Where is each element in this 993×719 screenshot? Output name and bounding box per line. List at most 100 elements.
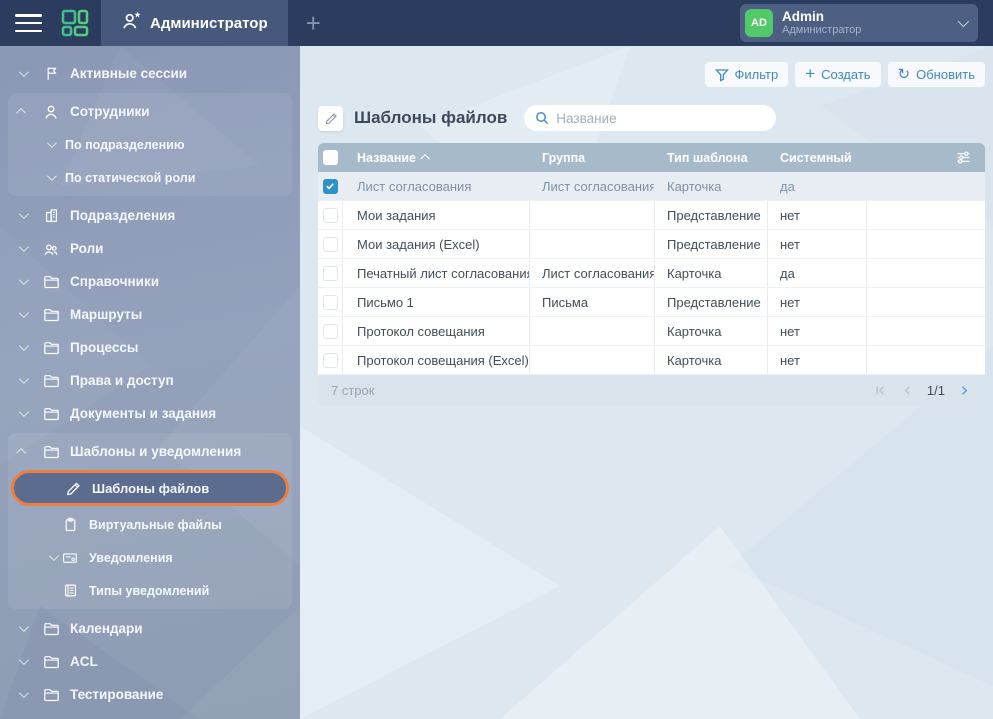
sidebar-item-label: Роли <box>70 241 103 256</box>
sidebar-item-service[interactable]: Служебные <box>0 711 300 719</box>
column-header-name[interactable]: Название <box>343 143 530 172</box>
chevron-down-icon <box>44 174 56 181</box>
chevron-down-icon <box>16 377 28 384</box>
chevron-down-icon <box>16 245 28 252</box>
sidebar-item-calendars[interactable]: Календари <box>0 612 300 645</box>
sidebar-item-employees[interactable]: Сотрудники <box>8 95 292 128</box>
checkbox[interactable] <box>323 208 338 223</box>
cell-group: Письма <box>530 288 655 316</box>
sidebar-item-directories[interactable]: Справочники <box>0 265 300 298</box>
refresh-button[interactable]: ↻ Обновить <box>888 62 985 87</box>
app-logo-icon[interactable] <box>59 7 91 39</box>
sidebar-item-label: По статической роли <box>65 171 195 185</box>
cell-group <box>530 346 655 374</box>
chevron-down-icon <box>16 625 28 632</box>
sidebar-item-active-sessions[interactable]: Активные сессии <box>0 57 300 90</box>
sidebar-item-roles[interactable]: Роли <box>0 232 300 265</box>
chevron-down-icon <box>16 278 28 285</box>
cell-name: Протокол совещания (Excel) <box>343 346 530 374</box>
toolbar: Фильтр + Создать ↻ Обновить <box>705 62 985 87</box>
sidebar-item-label: Справочники <box>70 274 159 289</box>
folder-icon <box>41 340 61 355</box>
search-box <box>524 105 776 131</box>
sidebar-item-label: Тестирование <box>70 687 163 702</box>
next-page-button[interactable] <box>956 382 972 398</box>
sidebar-item-label: Календари <box>70 621 143 636</box>
cell-type: Карточка <box>655 346 768 374</box>
checkbox[interactable] <box>323 353 338 368</box>
cell-group: Лист согласования <box>530 172 655 200</box>
templates-table: Название Группа Тип шаблона Системный Ли… <box>318 143 985 405</box>
checkbox[interactable] <box>323 295 338 310</box>
people-icon <box>41 241 61 257</box>
chevron-down-icon <box>16 410 28 417</box>
user-star-icon: ★ <box>121 12 140 34</box>
cell-name: Лист согласования <box>343 172 530 200</box>
folder-icon <box>41 406 61 421</box>
select-all-checkbox[interactable] <box>323 150 338 165</box>
cell-system: нет <box>768 317 867 345</box>
sidebar-item-by-static-role[interactable]: По статической роли <box>8 161 292 194</box>
sidebar-item-notification-types[interactable]: Типы уведомлений <box>8 574 292 607</box>
hamburger-menu-icon[interactable] <box>15 14 42 32</box>
sidebar-item-label: Шаблоны и уведомления <box>70 444 241 459</box>
page-title: Шаблоны файлов <box>354 108 507 128</box>
tab-administrator[interactable]: ★ Администратор <box>101 0 288 46</box>
checkbox[interactable] <box>323 324 338 339</box>
column-header-group[interactable]: Группа <box>530 143 655 172</box>
user-menu[interactable]: AD Admin Администратор <box>740 4 978 42</box>
sidebar-item-label: ACL <box>70 654 98 669</box>
table-row[interactable]: Мои задания (Excel) Представление нет <box>318 230 985 259</box>
sidebar-item-label: Подразделения <box>70 208 175 223</box>
table-row[interactable]: Протокол совещания (Excel) Карточка нет <box>318 346 985 375</box>
svg-text:★: ★ <box>134 12 140 19</box>
mail-icon <box>60 551 80 565</box>
folder-icon <box>41 373 61 388</box>
prev-page-button[interactable] <box>900 382 916 398</box>
sidebar-item-by-department[interactable]: По подразделению <box>8 128 292 161</box>
folder-icon <box>41 687 61 702</box>
first-page-button[interactable] <box>873 382 889 398</box>
search-input[interactable] <box>556 111 765 126</box>
chevron-down-icon <box>958 14 966 32</box>
sidebar-item-templates-notifications[interactable]: Шаблоны и уведомления <box>8 435 292 468</box>
sidebar-item-file-templates[interactable]: Шаблоны файлов <box>11 470 289 506</box>
table-row[interactable]: Лист согласования Лист согласования Карт… <box>318 172 985 201</box>
sidebar: Активные сессии Сотрудники По подразделе… <box>0 46 300 719</box>
create-button[interactable]: + Создать <box>795 62 880 87</box>
checkbox[interactable] <box>323 237 338 252</box>
sidebar-item-departments[interactable]: Подразделения <box>0 199 300 232</box>
sidebar-item-rights-access[interactable]: Права и доступ <box>0 364 300 397</box>
cell-type: Представление <box>655 230 768 258</box>
sidebar-item-routes[interactable]: Маршруты <box>0 298 300 331</box>
cell-type: Карточка <box>655 259 768 287</box>
folder-icon <box>41 307 61 322</box>
sidebar-item-processes[interactable]: Процессы <box>0 331 300 364</box>
sidebar-item-testing[interactable]: Тестирование <box>0 678 300 711</box>
table-row[interactable]: Печатный лист согласования Лист согласов… <box>318 259 985 288</box>
column-header-type[interactable]: Тип шаблона <box>655 143 768 172</box>
column-header-system[interactable]: Системный <box>768 143 867 172</box>
checkbox-checked[interactable] <box>323 179 338 194</box>
sidebar-item-acl[interactable]: ACL <box>0 645 300 678</box>
tab-label: Администратор <box>150 15 268 32</box>
sidebar-item-virtual-files[interactable]: Виртуальные файлы <box>8 508 292 541</box>
cell-type: Представление <box>655 288 768 316</box>
sidebar-item-notifications[interactable]: Уведомления <box>8 541 292 574</box>
sidebar-item-documents-tasks[interactable]: Документы и задания <box>0 397 300 430</box>
table-row[interactable]: Мои задания Представление нет <box>318 201 985 230</box>
cell-system: нет <box>768 230 867 258</box>
table-row[interactable]: Письмо 1 Письма Представление нет <box>318 288 985 317</box>
sidebar-group-templates-notifications: Шаблоны и уведомления Шаблоны файлов Вир… <box>8 433 292 609</box>
chevron-up-icon <box>16 108 28 115</box>
page-header: Шаблоны файлов <box>318 105 776 131</box>
table-row[interactable]: Протокол совещания Карточка нет <box>318 317 985 346</box>
column-settings-button[interactable] <box>867 143 985 172</box>
rows-count: 7 строк <box>331 383 374 398</box>
chevron-down-icon <box>44 141 56 148</box>
sliders-icon <box>956 150 971 165</box>
sidebar-item-label: Процессы <box>70 340 138 355</box>
filter-button[interactable]: Фильтр <box>705 62 789 87</box>
checkbox[interactable] <box>323 266 338 281</box>
new-tab-button[interactable]: + <box>300 8 327 39</box>
